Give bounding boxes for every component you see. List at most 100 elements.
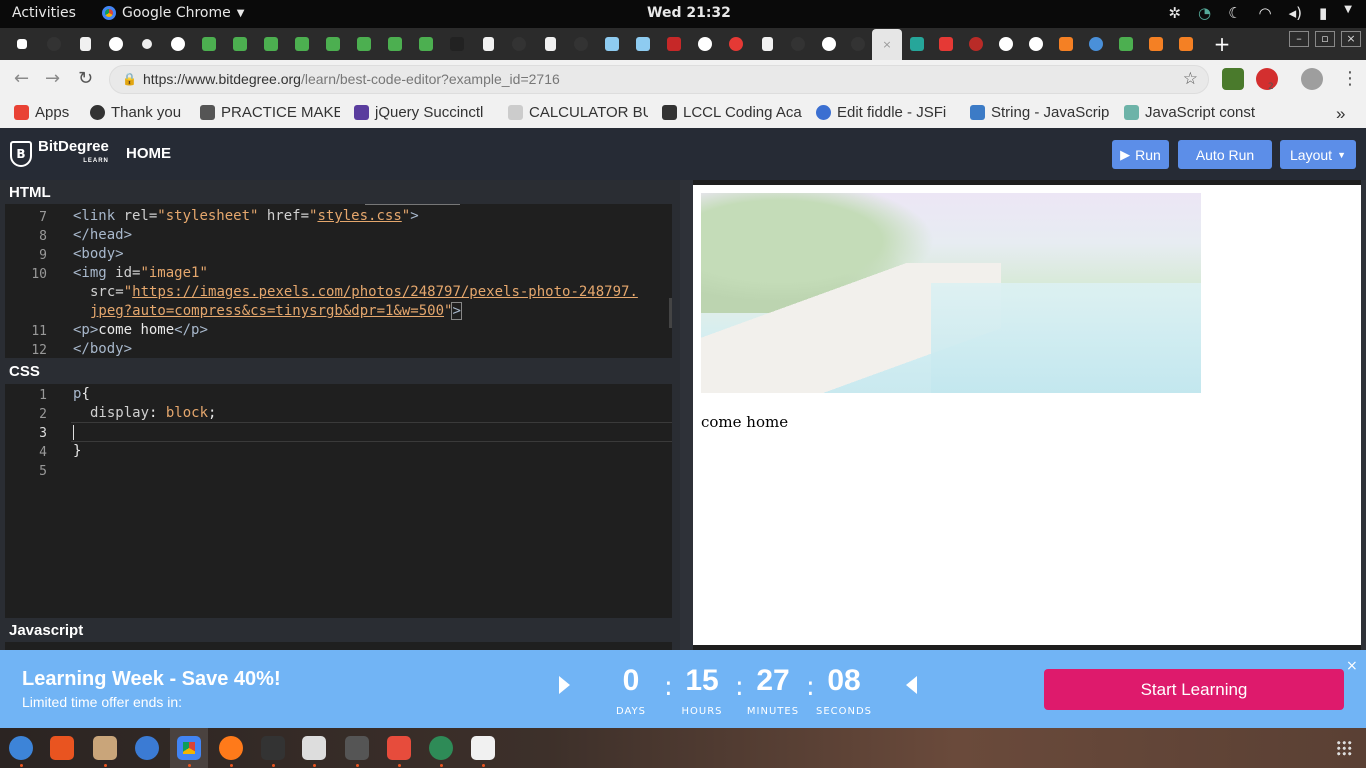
tab[interactable] [934,33,958,55]
bookmark-js-const[interactable]: JavaScript const [1124,104,1264,121]
volume-icon[interactable]: ◂) [1289,4,1302,22]
bookmark-jquery[interactable]: jQuery Succinctl [354,104,494,121]
menu-kebab-icon[interactable]: ⋮ [1341,68,1359,89]
chevron-down-icon[interactable]: ▼ [1344,4,1352,22]
settings-icon[interactable]: ✲ [1168,4,1181,22]
tab[interactable] [352,33,376,55]
files-icon[interactable] [93,736,117,760]
tab[interactable] [724,33,748,55]
close-window-button[interactable]: × [1341,31,1361,47]
extension-red-icon[interactable] [1256,68,1278,90]
profile-avatar-icon[interactable] [1301,68,1323,90]
tab[interactable] [73,33,97,55]
battery-icon[interactable]: ▮ [1319,4,1327,22]
layout-dropdown[interactable]: Layout ▼ [1280,140,1356,169]
system-tray[interactable]: ✲ ◔ ☾ ◠ ◂) ▮ ▼ [1168,4,1352,22]
tab[interactable] [321,33,345,55]
bookmark-calculator[interactable]: CALCULATOR BU [508,104,648,121]
tab[interactable] [135,33,159,55]
bookmark-lccl[interactable]: LCCL Coding Aca [662,104,802,121]
tab[interactable] [846,33,870,55]
tab[interactable] [994,33,1018,55]
bookmark-jsfiddle[interactable]: Edit fiddle - JSFi [816,104,956,121]
tab[interactable] [964,33,988,55]
whatsapp-icon[interactable]: ◔ [1198,4,1211,22]
tab[interactable] [1144,33,1168,55]
close-icon[interactable]: × [882,38,891,51]
tab[interactable] [600,33,624,55]
tab[interactable] [631,33,655,55]
result-preview[interactable]: come home [693,185,1361,645]
tab[interactable] [755,33,779,55]
pane-splitter[interactable] [680,180,693,650]
firefox-icon[interactable] [219,736,243,760]
chrome-icon[interactable] [177,736,201,760]
css-code-editor[interactable]: 1 2 3 4 5 p{ display: block; } [5,384,672,618]
atom-icon[interactable] [429,736,453,760]
tab[interactable] [290,33,314,55]
maximize-button[interactable]: ▫ [1315,31,1335,47]
tab[interactable] [1024,33,1048,55]
forward-button[interactable]: → [45,68,60,89]
bookmark-apps[interactable]: Apps [14,104,84,121]
help-icon[interactable] [135,736,159,760]
run-button[interactable]: ▶ Run [1112,140,1169,169]
back-button[interactable]: ← [14,68,29,89]
html-code-editor[interactable]: 7 8 9 10 11 12 <link rel="stylesheet" hr… [5,204,672,358]
scrollbar[interactable] [669,298,672,328]
tab[interactable] [228,33,252,55]
video-icon[interactable] [345,736,369,760]
tab-active[interactable]: × [872,29,902,60]
tab[interactable] [786,33,810,55]
tab[interactable] [166,33,190,55]
clock[interactable]: Wed 21:32 [647,5,731,21]
extension-android-icon[interactable] [1222,68,1244,90]
tab[interactable] [538,33,562,55]
tab[interactable] [476,33,500,55]
start-learning-button[interactable]: Start Learning [1044,669,1344,710]
activities-button[interactable]: Activities [12,5,76,21]
close-icon[interactable]: × [1346,658,1358,674]
bitdegree-logo[interactable]: B BitDegree LEARN [10,139,109,168]
sublime-icon[interactable] [471,736,495,760]
js-code-editor[interactable] [5,642,672,650]
tab[interactable] [1114,33,1138,55]
tab[interactable] [445,33,469,55]
software-store-icon[interactable] [50,736,74,760]
reload-button[interactable]: ↻ [78,68,93,89]
terminal-icon[interactable] [261,736,285,760]
tab[interactable] [383,33,407,55]
tab[interactable] [1084,33,1108,55]
address-bar[interactable]: 🔒 https://www.bitdegree.org/learn/best-c… [109,65,1209,94]
tools-icon[interactable] [387,736,411,760]
tab[interactable] [905,33,929,55]
tab[interactable] [42,33,66,55]
auto-run-button[interactable]: Auto Run [1178,140,1272,169]
tab[interactable] [817,33,841,55]
url-text[interactable]: https://www.bitdegree.org/learn/best-cod… [143,71,560,87]
tab[interactable] [569,33,593,55]
show-apps-grid-icon[interactable] [1336,740,1352,756]
bookmark-star-icon[interactable]: ☆ [1183,69,1198,89]
tab[interactable] [414,33,438,55]
tab[interactable] [259,33,283,55]
tab[interactable] [104,33,128,55]
tab[interactable] [662,33,686,55]
tab[interactable] [693,33,717,55]
bookmark-string-js[interactable]: String - JavaScrip [970,104,1110,121]
thunderbird-icon[interactable] [9,736,33,760]
image-viewer-icon[interactable] [302,736,326,760]
tab[interactable] [10,33,34,55]
bookmark-thank-you[interactable]: Thank you [90,104,190,121]
tab[interactable] [197,33,221,55]
minimize-button[interactable]: – [1289,31,1309,47]
tab[interactable] [1174,33,1198,55]
night-light-icon[interactable]: ☾ [1228,4,1241,22]
tab[interactable] [1054,33,1078,55]
home-link[interactable]: HOME [126,145,171,162]
wifi-icon[interactable]: ◠ [1259,4,1272,22]
bookmarks-overflow-button[interactable]: » [1336,104,1345,124]
bookmark-practice[interactable]: PRACTICE MAKE [200,104,340,121]
app-menu[interactable]: Google Chrome ▼ [102,5,244,21]
lock-icon[interactable]: 🔒 [122,72,137,86]
